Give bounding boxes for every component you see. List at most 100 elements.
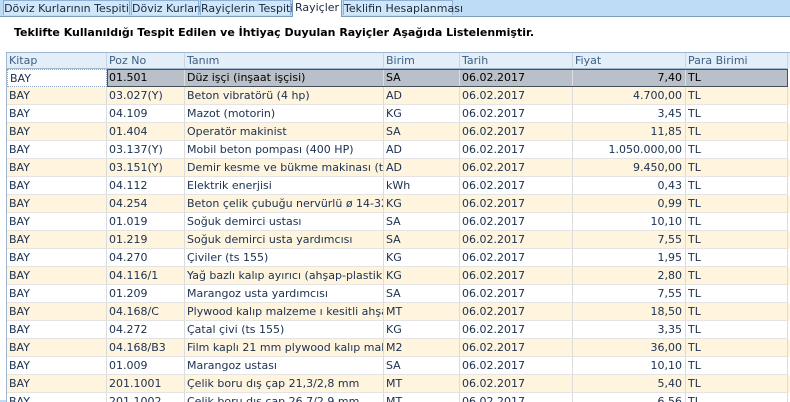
- table-row[interactable]: BAY 04.270 Çiviler (ts 155) KG 06.02.2017 1,9…: [7, 249, 790, 267]
- col-poz-no-cell[interactable]: 201.1002: [107, 393, 185, 402]
- col-kitap-cell[interactable]: BAY: [7, 159, 107, 177]
- col-tarih-cell[interactable]: 06.02.2017: [460, 69, 573, 87]
- tab-rayicler[interactable]: Rayiçler: [292, 0, 342, 17]
- col-fiyat-cell[interactable]: 5,40: [573, 375, 686, 393]
- col-tanim-cell[interactable]: Elektrik enerjisi: [185, 177, 384, 195]
- col-birim-cell[interactable]: KG: [384, 267, 460, 285]
- col-birim-cell[interactable]: SA: [384, 123, 460, 141]
- col-fiyat-cell[interactable]: 1.050.000,00: [573, 141, 686, 159]
- col-para-birimi-cell[interactable]: TL: [686, 249, 788, 267]
- col-fiyat-cell[interactable]: 11,85: [573, 123, 686, 141]
- col-tarih-cell[interactable]: 06.02.2017: [460, 159, 573, 177]
- col-para-birimi-cell[interactable]: TL: [686, 231, 788, 249]
- col-kitap-cell[interactable]: BAY: [7, 285, 107, 303]
- col-kitap-cell[interactable]: BAY: [7, 321, 107, 339]
- col-para-birimi-cell[interactable]: TL: [686, 105, 788, 123]
- col-kitap-cell[interactable]: BAY: [7, 357, 107, 375]
- col-kitap-cell[interactable]: BAY: [7, 87, 107, 105]
- col-poz-no-cell[interactable]: 201.1001: [107, 375, 185, 393]
- col-tanim-cell[interactable]: Marangoz ustası: [185, 357, 384, 375]
- table-row[interactable]: BAY 201.1002 Çelik boru dış çap 26,7/2,9 m…: [7, 393, 790, 402]
- col-birim-cell[interactable]: M2: [384, 339, 460, 357]
- col-tanim-cell[interactable]: Marangoz usta yardımcısı: [185, 285, 384, 303]
- col-fiyat-cell[interactable]: 3,35: [573, 321, 686, 339]
- col-birim-cell[interactable]: MT: [384, 303, 460, 321]
- table-row[interactable]: BAY 04.116/1 Yağ bazlı kalıp ayırıcı (ahşa…: [7, 267, 790, 285]
- table-row[interactable]: BAY 04.272 Çatal çivi (ts 155) KG 06.02.2017…: [7, 321, 790, 339]
- col-birim-header[interactable]: Birim: [384, 53, 460, 69]
- col-tanim-cell[interactable]: Film kaplı 21 mm plywood kalıp malzemesi: [185, 339, 384, 357]
- col-tarih-cell[interactable]: 06.02.2017: [460, 195, 573, 213]
- col-tanim-header[interactable]: Tanım: [185, 53, 384, 69]
- col-fiyat-cell[interactable]: 36,00: [573, 339, 686, 357]
- col-tanim-cell[interactable]: Plywood kalıp malzeme ı kesitli ahşap ki…: [185, 303, 384, 321]
- col-birim-cell[interactable]: KG: [384, 195, 460, 213]
- col-birim-cell[interactable]: KG: [384, 249, 460, 267]
- col-fiyat-cell[interactable]: 10,10: [573, 213, 686, 231]
- col-para-birimi-cell[interactable]: TL: [686, 159, 788, 177]
- tab-teklifin-hesaplanmasi[interactable]: Teklifin Hesaplanması: [343, 0, 463, 15]
- col-kitap-cell[interactable]: BAY: [7, 249, 107, 267]
- col-fiyat-cell[interactable]: 4.700,00: [573, 87, 686, 105]
- col-tanim-cell[interactable]: Soğuk demirci usta yardımcısı: [185, 231, 384, 249]
- col-tanim-cell[interactable]: Demir kesme ve bükme makinası (tüm akses…: [185, 159, 384, 177]
- col-birim-cell[interactable]: MT: [384, 393, 460, 402]
- col-fiyat-cell[interactable]: 7,40: [573, 69, 686, 87]
- col-tarih-cell[interactable]: 06.02.2017: [460, 213, 573, 231]
- col-poz-no-cell[interactable]: 04.168/B3: [107, 339, 185, 357]
- col-kitap-cell[interactable]: BAY: [7, 69, 107, 87]
- tab-rayiclerin-tespiti[interactable]: Rayiçlerin Tespiti: [200, 0, 293, 15]
- table-row[interactable]: BAY 01.501 Düz işçi (inşaat işçisi) SA 06.02…: [7, 69, 790, 87]
- col-tarih-cell[interactable]: 06.02.2017: [460, 303, 573, 321]
- col-tarih-cell[interactable]: 06.02.2017: [460, 231, 573, 249]
- col-tanim-cell[interactable]: Yağ bazlı kalıp ayırıcı (ahşap-plastik): [185, 267, 384, 285]
- col-para-birimi-cell[interactable]: TL: [686, 123, 788, 141]
- col-para-birimi-cell[interactable]: TL: [686, 87, 788, 105]
- col-fiyat-cell[interactable]: 1,95: [573, 249, 686, 267]
- col-birim-cell[interactable]: SA: [384, 285, 460, 303]
- col-birim-cell[interactable]: kWh: [384, 177, 460, 195]
- col-poz-no-cell[interactable]: 01.501: [107, 69, 185, 87]
- col-para-birimi-cell[interactable]: TL: [686, 393, 788, 402]
- col-poz-no-cell[interactable]: 03.151(Y): [107, 159, 185, 177]
- col-birim-cell[interactable]: KG: [384, 105, 460, 123]
- col-poz-no-cell[interactable]: 03.027(Y): [107, 87, 185, 105]
- col-poz-no-cell[interactable]: 04.109: [107, 105, 185, 123]
- col-para-birimi-cell[interactable]: TL: [686, 141, 788, 159]
- col-kitap-cell[interactable]: BAY: [7, 177, 107, 195]
- col-birim-cell[interactable]: MT: [384, 375, 460, 393]
- col-fiyat-cell[interactable]: 3,45: [573, 105, 686, 123]
- col-kitap-cell[interactable]: BAY: [7, 303, 107, 321]
- col-birim-cell[interactable]: SA: [384, 231, 460, 249]
- col-kitap-cell[interactable]: BAY: [7, 195, 107, 213]
- col-tanim-cell[interactable]: Beton vibratörü (4 hp): [185, 87, 384, 105]
- table-row[interactable]: BAY 01.009 Marangoz ustası SA 06.02.2017 10,1…: [7, 357, 790, 375]
- col-poz-no-cell[interactable]: 01.209: [107, 285, 185, 303]
- col-para-birimi-cell[interactable]: TL: [686, 267, 788, 285]
- col-fiyat-cell[interactable]: 18,50: [573, 303, 686, 321]
- col-para-birimi-cell[interactable]: TL: [686, 213, 788, 231]
- col-para-birimi-cell[interactable]: TL: [686, 339, 788, 357]
- col-poz-no-cell[interactable]: 01.019: [107, 213, 185, 231]
- col-tanim-cell[interactable]: Çelik boru dış çap 26,7/2,9 mm: [185, 393, 384, 402]
- table-row[interactable]: BAY 04.168/C Plywood kalıp malzeme ı kesit…: [7, 303, 790, 321]
- col-poz-no-cell[interactable]: 04.254: [107, 195, 185, 213]
- col-para-birimi-cell[interactable]: TL: [686, 195, 788, 213]
- col-poz-no-cell[interactable]: 04.112: [107, 177, 185, 195]
- col-para-birimi-cell[interactable]: TL: [686, 375, 788, 393]
- col-kitap-cell[interactable]: BAY: [7, 339, 107, 357]
- col-birim-cell[interactable]: SA: [384, 357, 460, 375]
- col-poz-no-cell[interactable]: 04.270: [107, 249, 185, 267]
- col-tanim-cell[interactable]: Çelik boru dış çap 21,3/2,8 mm: [185, 375, 384, 393]
- col-kitap-cell[interactable]: BAY: [7, 231, 107, 249]
- col-tarih-cell[interactable]: 06.02.2017: [460, 87, 573, 105]
- table-row[interactable]: BAY 03.137(Y) Mobil beton pompası (400 HP)…: [7, 141, 790, 159]
- table-row[interactable]: BAY 04.168/B3 Film kaplı 21 mm plywood kal…: [7, 339, 790, 357]
- col-fiyat-cell[interactable]: 6,56: [573, 393, 686, 402]
- col-kitap-cell[interactable]: BAY: [7, 393, 107, 402]
- col-poz-no-cell[interactable]: 01.009: [107, 357, 185, 375]
- table-row[interactable]: BAY 201.1001 Çelik boru dış çap 21,3/2,8 m…: [7, 375, 790, 393]
- tab-doviz-kurlari[interactable]: Döviz Kurları: [131, 0, 202, 15]
- table-row[interactable]: BAY 04.109 Mazot (motorin) KG 06.02.2017 3,45…: [7, 105, 790, 123]
- col-birim-cell[interactable]: AD: [384, 87, 460, 105]
